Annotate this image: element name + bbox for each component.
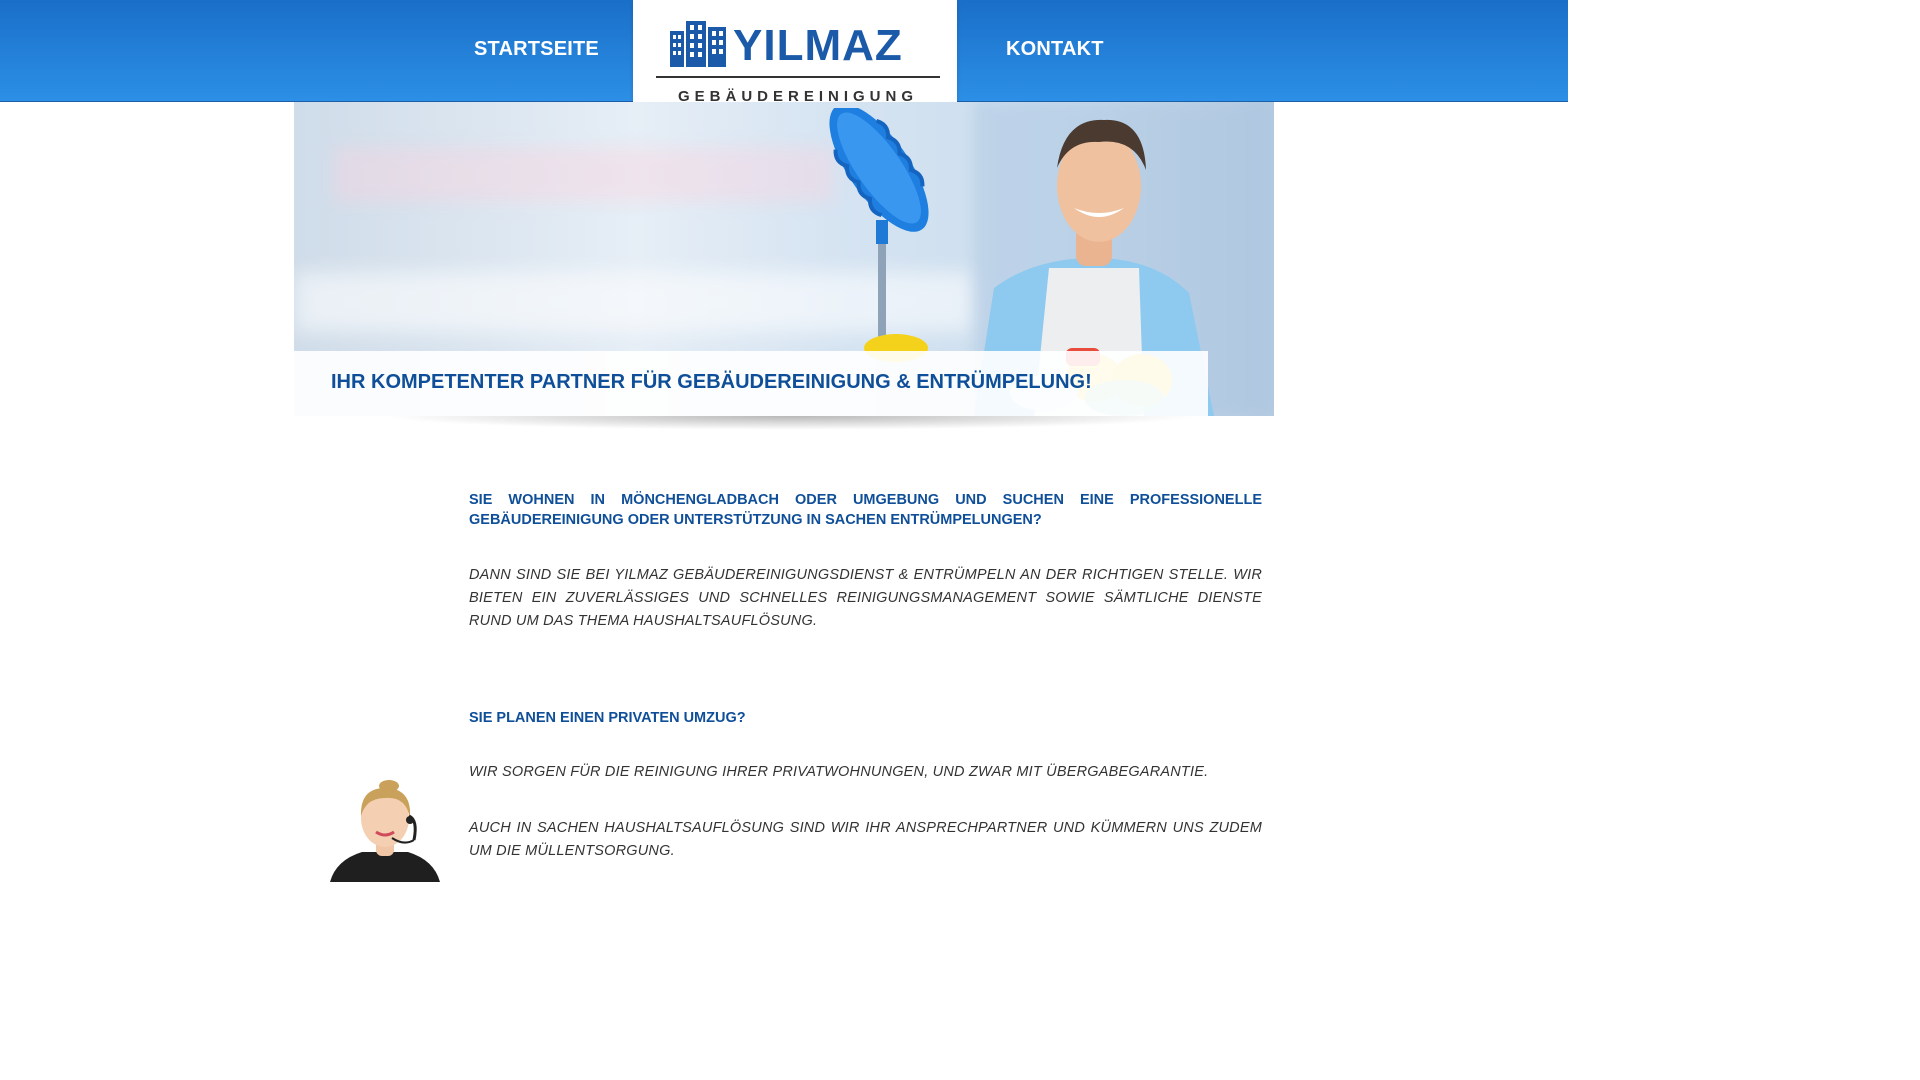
haushalt-text-section: AUCH IN SACHEN HAUSHALTSAUFLÖSUNG SIND W… xyxy=(469,817,1262,863)
intro-text-section: DANN SIND SIE BEI YILMAZ GEBÄUDEREINIGUN… xyxy=(469,564,1262,633)
umzug-paragraph: WIR SORGEN FÜR DIE REINIGUNG IHRER PRIVA… xyxy=(469,764,1209,780)
logo-divider xyxy=(656,76,940,78)
support-agent-photo xyxy=(330,780,440,882)
haushalt-paragraph: AUCH IN SACHEN HAUSHALTSAUFLÖSUNG SIND W… xyxy=(469,820,1262,859)
hero-shadow xyxy=(380,416,1200,430)
intro-section: SIE WOHNEN IN MÖNCHENGLADBACH ODER UMGEB… xyxy=(469,490,1262,530)
logo-wordmark: YILMAZ xyxy=(733,21,903,70)
umzug-section: SIE PLANEN EINEN PRIVATEN UMZUG? xyxy=(469,708,1262,728)
umzug-text-section: WIR SORGEN FÜR DIE REINIGUNG IHRER PRIVA… xyxy=(469,761,1262,784)
intro-heading: SIE WOHNEN IN MÖNCHENGLADBACH ODER UMGEB… xyxy=(469,492,1262,528)
building-logo-icon xyxy=(670,21,726,67)
hero-background-blur xyxy=(334,147,834,202)
hero-title: IHR KOMPETENTER PARTNER FÜR GEBÄUDEREINI… xyxy=(331,371,1092,393)
umzug-heading: SIE PLANEN EINEN PRIVATEN UMZUG? xyxy=(469,710,746,726)
intro-paragraph: DANN SIND SIE BEI YILMAZ GEBÄUDEREINIGUN… xyxy=(469,567,1262,629)
nav-startseite-link[interactable]: STARTSEITE xyxy=(474,38,599,61)
nav-kontakt-link[interactable]: KONTAKT xyxy=(1006,38,1104,61)
